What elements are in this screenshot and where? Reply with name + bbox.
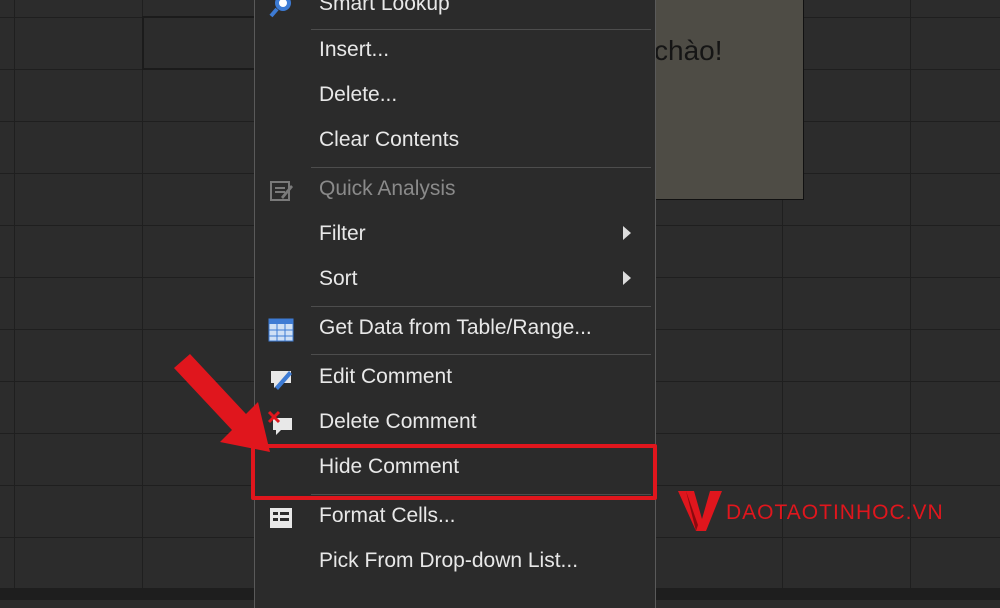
menu-item-label: Quick Analysis bbox=[319, 177, 456, 200]
quick-analysis-icon bbox=[267, 177, 295, 205]
table-icon bbox=[267, 316, 295, 344]
highlight-box bbox=[251, 444, 657, 500]
watermark-text: DAOTAOTINHOC.VN bbox=[726, 501, 944, 524]
menu-separator bbox=[311, 167, 651, 168]
logo-mark-icon bbox=[678, 491, 722, 531]
menu-item-get-data[interactable]: Get Data from Table/Range... bbox=[255, 308, 655, 352]
menu-separator bbox=[311, 306, 651, 307]
submenu-arrow-icon bbox=[623, 226, 631, 240]
menu-item-label: Delete... bbox=[319, 83, 398, 106]
menu-item-filter[interactable]: Filter bbox=[255, 214, 655, 258]
menu-item-edit-comment[interactable]: Edit Comment bbox=[255, 357, 655, 401]
menu-item-label: Get Data from Table/Range... bbox=[319, 316, 592, 339]
menu-item-smart-lookup[interactable]: Smart Lookup bbox=[255, 0, 655, 28]
search-icon bbox=[267, 0, 295, 20]
menu-item-delete[interactable]: Delete... bbox=[255, 75, 655, 119]
comment-text: chào! bbox=[654, 35, 723, 66]
menu-item-label: Filter bbox=[319, 222, 366, 245]
menu-item-label: Sort bbox=[319, 267, 358, 290]
selected-cell[interactable] bbox=[142, 16, 256, 70]
watermark-logo: DAOTAOTINHOC.VN bbox=[676, 485, 976, 535]
menu-item-insert[interactable]: Insert... bbox=[255, 30, 655, 74]
menu-item-label: Insert... bbox=[319, 38, 390, 61]
menu-item-label: Delete Comment bbox=[319, 410, 477, 433]
pointer-arrow-icon bbox=[174, 354, 270, 452]
menu-item-sort[interactable]: Sort bbox=[255, 259, 655, 303]
context-menu: Smart Lookup Insert... Delete... Clear C… bbox=[254, 0, 656, 608]
menu-item-clear-contents[interactable]: Clear Contents bbox=[255, 120, 655, 164]
menu-item-quick-analysis: Quick Analysis bbox=[255, 169, 655, 213]
menu-item-label: Edit Comment bbox=[319, 365, 453, 388]
menu-item-label: Smart Lookup bbox=[319, 0, 450, 15]
menu-item-label: Clear Contents bbox=[319, 128, 460, 151]
menu-item-delete-comment[interactable]: Delete Comment bbox=[255, 402, 655, 446]
menu-item-label: Pick From Drop-down List... bbox=[319, 549, 579, 572]
menu-item-label: Format Cells... bbox=[319, 504, 456, 527]
menu-separator bbox=[311, 354, 651, 355]
format-cells-icon bbox=[267, 504, 295, 532]
menu-item-pick-from-list[interactable]: Pick From Drop-down List... bbox=[255, 541, 655, 585]
menu-item-format-cells[interactable]: Format Cells... bbox=[255, 496, 655, 540]
submenu-arrow-icon bbox=[623, 271, 631, 285]
